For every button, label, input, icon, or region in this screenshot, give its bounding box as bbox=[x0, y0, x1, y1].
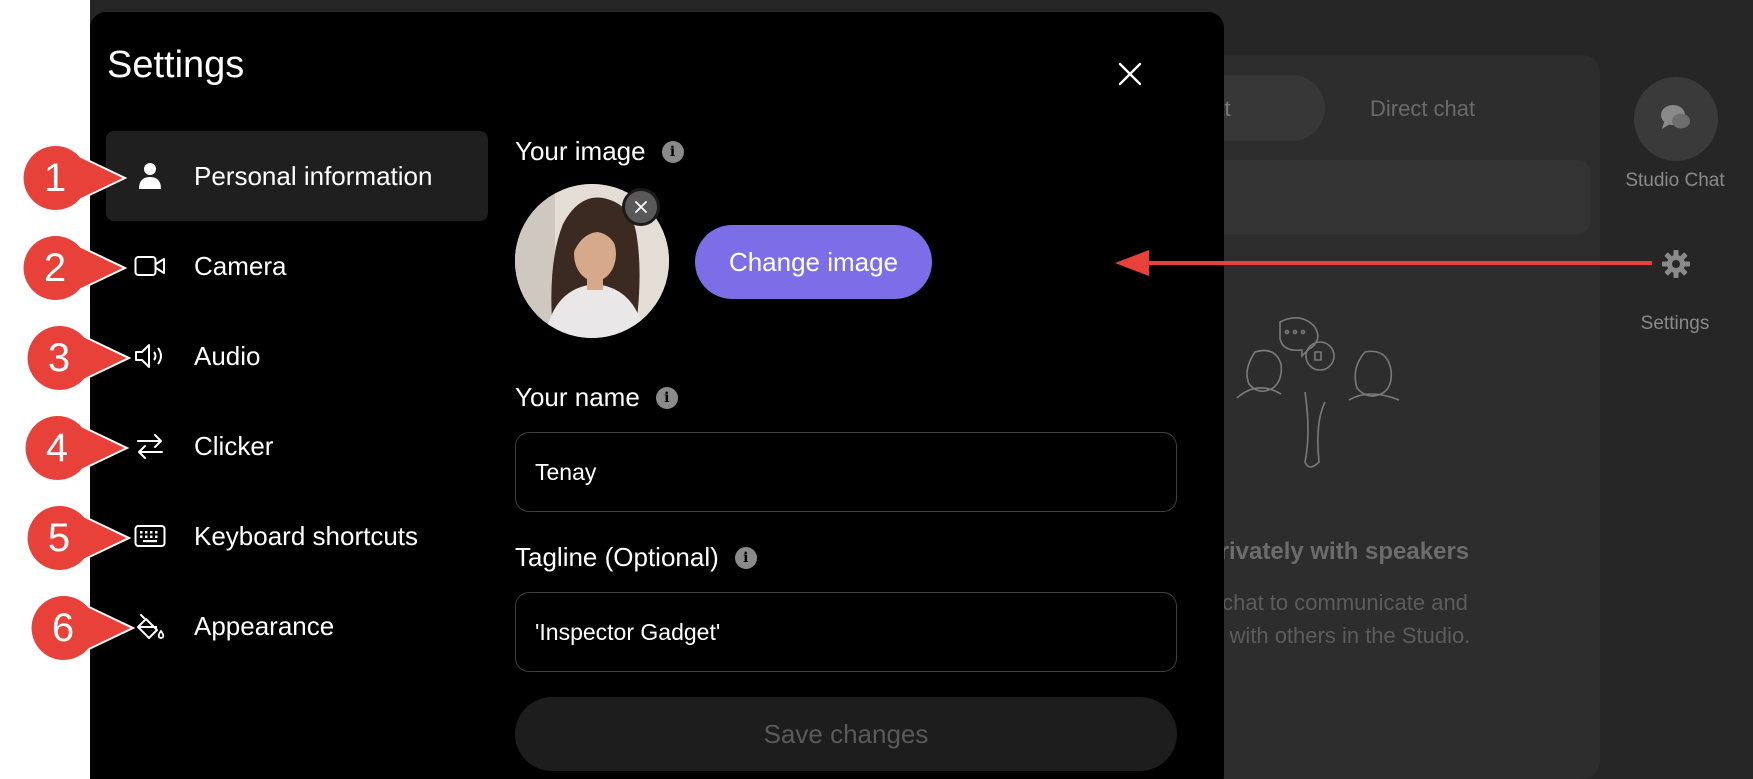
callout-badge-5: 5 bbox=[24, 503, 132, 573]
chat-empty-text-line-1: s chat to communicate and bbox=[1205, 590, 1468, 615]
nav-label: Keyboard shortcuts bbox=[194, 520, 419, 551]
gear-icon bbox=[1662, 250, 1690, 278]
chat-bubbles-icon bbox=[1661, 105, 1690, 129]
nav-item-keyboard-shortcuts[interactable]: Keyboard shortcuts bbox=[106, 491, 488, 581]
callout-badge-1: 1 bbox=[20, 143, 128, 213]
tagline-label: Tagline (Optional) i bbox=[515, 542, 757, 573]
settings-modal: Settings Personal information Camera Aud… bbox=[90, 12, 1224, 779]
tab-direct-chat[interactable]: Direct chat bbox=[1370, 96, 1475, 122]
info-icon[interactable]: i bbox=[734, 546, 757, 569]
callout-number: 1 bbox=[43, 155, 67, 200]
nav-label: Camera bbox=[194, 250, 287, 281]
tagline-input[interactable]: 'Inspector Gadget' bbox=[515, 592, 1177, 672]
studio-chat-label: Studio Chat bbox=[1625, 170, 1725, 191]
chat-empty-text-line-2: te with others in the Studio. bbox=[1205, 623, 1471, 648]
nav-item-appearance[interactable]: Appearance bbox=[106, 581, 488, 671]
your-image-label-text: Your image bbox=[515, 136, 646, 166]
name-input[interactable]: Tenay bbox=[515, 432, 1177, 512]
nav-label: Appearance bbox=[194, 610, 335, 641]
screenshot-stage: hat Direct chat Studio Chat Settin bbox=[0, 0, 1753, 779]
nav-label: Personal information bbox=[194, 160, 433, 191]
chat-empty-illustration bbox=[1236, 317, 1400, 468]
nav-label: Audio bbox=[194, 340, 261, 371]
nav-item-clicker[interactable]: Clicker bbox=[106, 401, 488, 491]
callout-number: 2 bbox=[43, 245, 67, 290]
callout-number: 4 bbox=[45, 425, 69, 470]
info-icon[interactable]: i bbox=[655, 386, 678, 409]
person-icon bbox=[130, 162, 170, 190]
info-icon[interactable]: i bbox=[661, 140, 684, 163]
speaker-icon bbox=[130, 342, 170, 370]
callout-badge-3: 3 bbox=[24, 323, 132, 393]
callout-number: 6 bbox=[51, 605, 75, 650]
callout-badge-4: 4 bbox=[22, 413, 130, 483]
change-image-button[interactable]: Change image bbox=[695, 225, 932, 299]
remove-image-button[interactable] bbox=[622, 188, 660, 226]
keyboard-icon bbox=[130, 524, 170, 548]
your-name-label: Your name i bbox=[515, 382, 678, 413]
nav-item-personal-information[interactable]: Personal information bbox=[106, 131, 488, 221]
callout-badge-2: 2 bbox=[20, 233, 128, 303]
tagline-label-text: Tagline (Optional) bbox=[515, 542, 719, 572]
nav-item-audio[interactable]: Audio bbox=[106, 311, 488, 401]
nav-item-camera[interactable]: Camera bbox=[106, 221, 488, 311]
close-button[interactable] bbox=[1112, 56, 1148, 92]
studio-chat-button[interactable] bbox=[1634, 77, 1718, 161]
your-image-label: Your image i bbox=[515, 136, 684, 167]
close-icon bbox=[1118, 62, 1142, 86]
nav-label: Clicker bbox=[194, 430, 274, 461]
save-changes-button[interactable]: Save changes bbox=[515, 697, 1177, 771]
close-icon bbox=[635, 201, 647, 213]
modal-title: Settings bbox=[107, 44, 245, 86]
settings-button[interactable] bbox=[1656, 244, 1696, 284]
chat-empty-title: privately with speakers bbox=[1205, 538, 1470, 565]
annotation-arrow bbox=[1115, 250, 1652, 276]
name-input-value: Tenay bbox=[535, 458, 597, 485]
arrows-swap-icon bbox=[130, 431, 170, 461]
your-name-label-text: Your name bbox=[515, 382, 640, 412]
settings-label: Settings bbox=[1640, 313, 1710, 334]
tagline-input-value: 'Inspector Gadget' bbox=[535, 618, 721, 645]
callout-badge-6: 6 bbox=[28, 593, 136, 663]
callout-number: 3 bbox=[47, 335, 71, 380]
callout-number: 5 bbox=[47, 515, 71, 560]
camera-icon bbox=[130, 254, 170, 278]
